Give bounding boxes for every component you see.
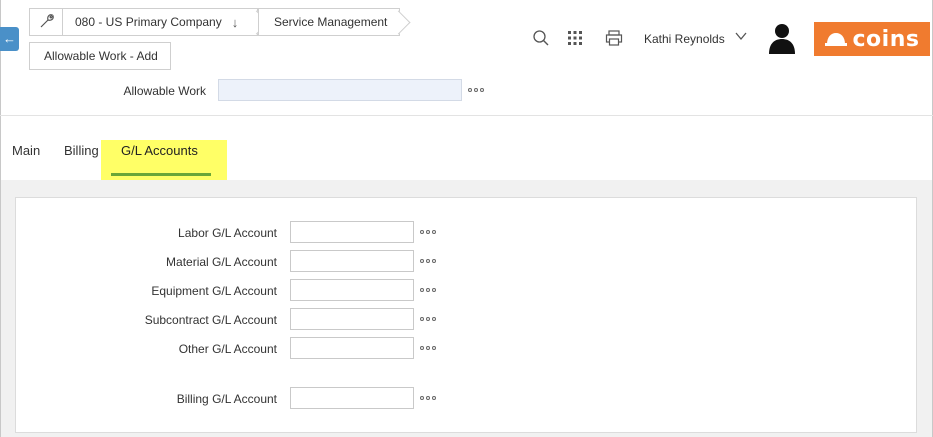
- page-title: Allowable Work - Add: [44, 49, 158, 63]
- billing-gl-label: Billing G/L Account: [176, 392, 277, 406]
- other-gl-input[interactable]: [290, 337, 414, 359]
- billing-gl-lookup-icon[interactable]: [420, 396, 436, 400]
- wrench-icon: [38, 12, 56, 33]
- user-name[interactable]: Kathi Reynolds: [644, 32, 725, 46]
- labor-gl-label: Labor G/L Account: [178, 226, 277, 240]
- billing-gl-input[interactable]: [290, 387, 414, 409]
- divider: [0, 115, 933, 116]
- module-label: Service Management: [274, 15, 388, 29]
- subcontract-gl-input[interactable]: [290, 308, 414, 330]
- user-avatar-icon[interactable]: [767, 22, 797, 54]
- back-button[interactable]: ←: [0, 27, 19, 51]
- hard-hat-icon: [824, 33, 847, 46]
- tab-main[interactable]: Main: [12, 143, 40, 158]
- grid-icon[interactable]: [565, 28, 585, 48]
- coins-logo: coins: [814, 22, 930, 56]
- material-gl-lookup-icon[interactable]: [420, 259, 436, 263]
- breadcrumb-company[interactable]: 080 - US Primary Company ↓: [62, 8, 258, 36]
- other-gl-lookup-icon[interactable]: [420, 346, 436, 350]
- allowable-work-lookup-icon[interactable]: [468, 88, 484, 92]
- labor-gl-input[interactable]: [290, 221, 414, 243]
- breadcrumb-page[interactable]: Allowable Work - Add: [29, 42, 171, 70]
- tab-billing[interactable]: Billing: [64, 143, 99, 158]
- labor-gl-lookup-icon[interactable]: [420, 230, 436, 234]
- subcontract-gl-lookup-icon[interactable]: [420, 317, 436, 321]
- tab-gl-accounts[interactable]: G/L Accounts: [121, 143, 198, 158]
- subcontract-gl-label: Subcontract G/L Account: [144, 313, 277, 327]
- allowable-work-input[interactable]: [218, 79, 462, 101]
- equipment-gl-label: Equipment G/L Account: [151, 284, 277, 298]
- material-gl-label: Material G/L Account: [166, 255, 277, 269]
- equipment-gl-input[interactable]: [290, 279, 414, 301]
- material-gl-input[interactable]: [290, 250, 414, 272]
- company-label: 080 - US Primary Company: [75, 15, 222, 29]
- arrow-down-icon[interactable]: ↓: [232, 15, 239, 30]
- other-gl-label: Other G/L Account: [178, 342, 277, 356]
- printer-icon[interactable]: [604, 28, 624, 48]
- breadcrumb-tools[interactable]: [29, 8, 65, 36]
- search-icon[interactable]: [531, 28, 551, 48]
- breadcrumb-module[interactable]: Service Management: [258, 8, 400, 36]
- arrow-left-icon: ←: [3, 31, 16, 46]
- chevron-down-icon[interactable]: [734, 29, 748, 46]
- allowable-work-label: Allowable Work: [123, 84, 206, 98]
- logo-text: coins: [852, 26, 920, 52]
- active-tab-indicator: [111, 173, 211, 176]
- equipment-gl-lookup-icon[interactable]: [420, 288, 436, 292]
